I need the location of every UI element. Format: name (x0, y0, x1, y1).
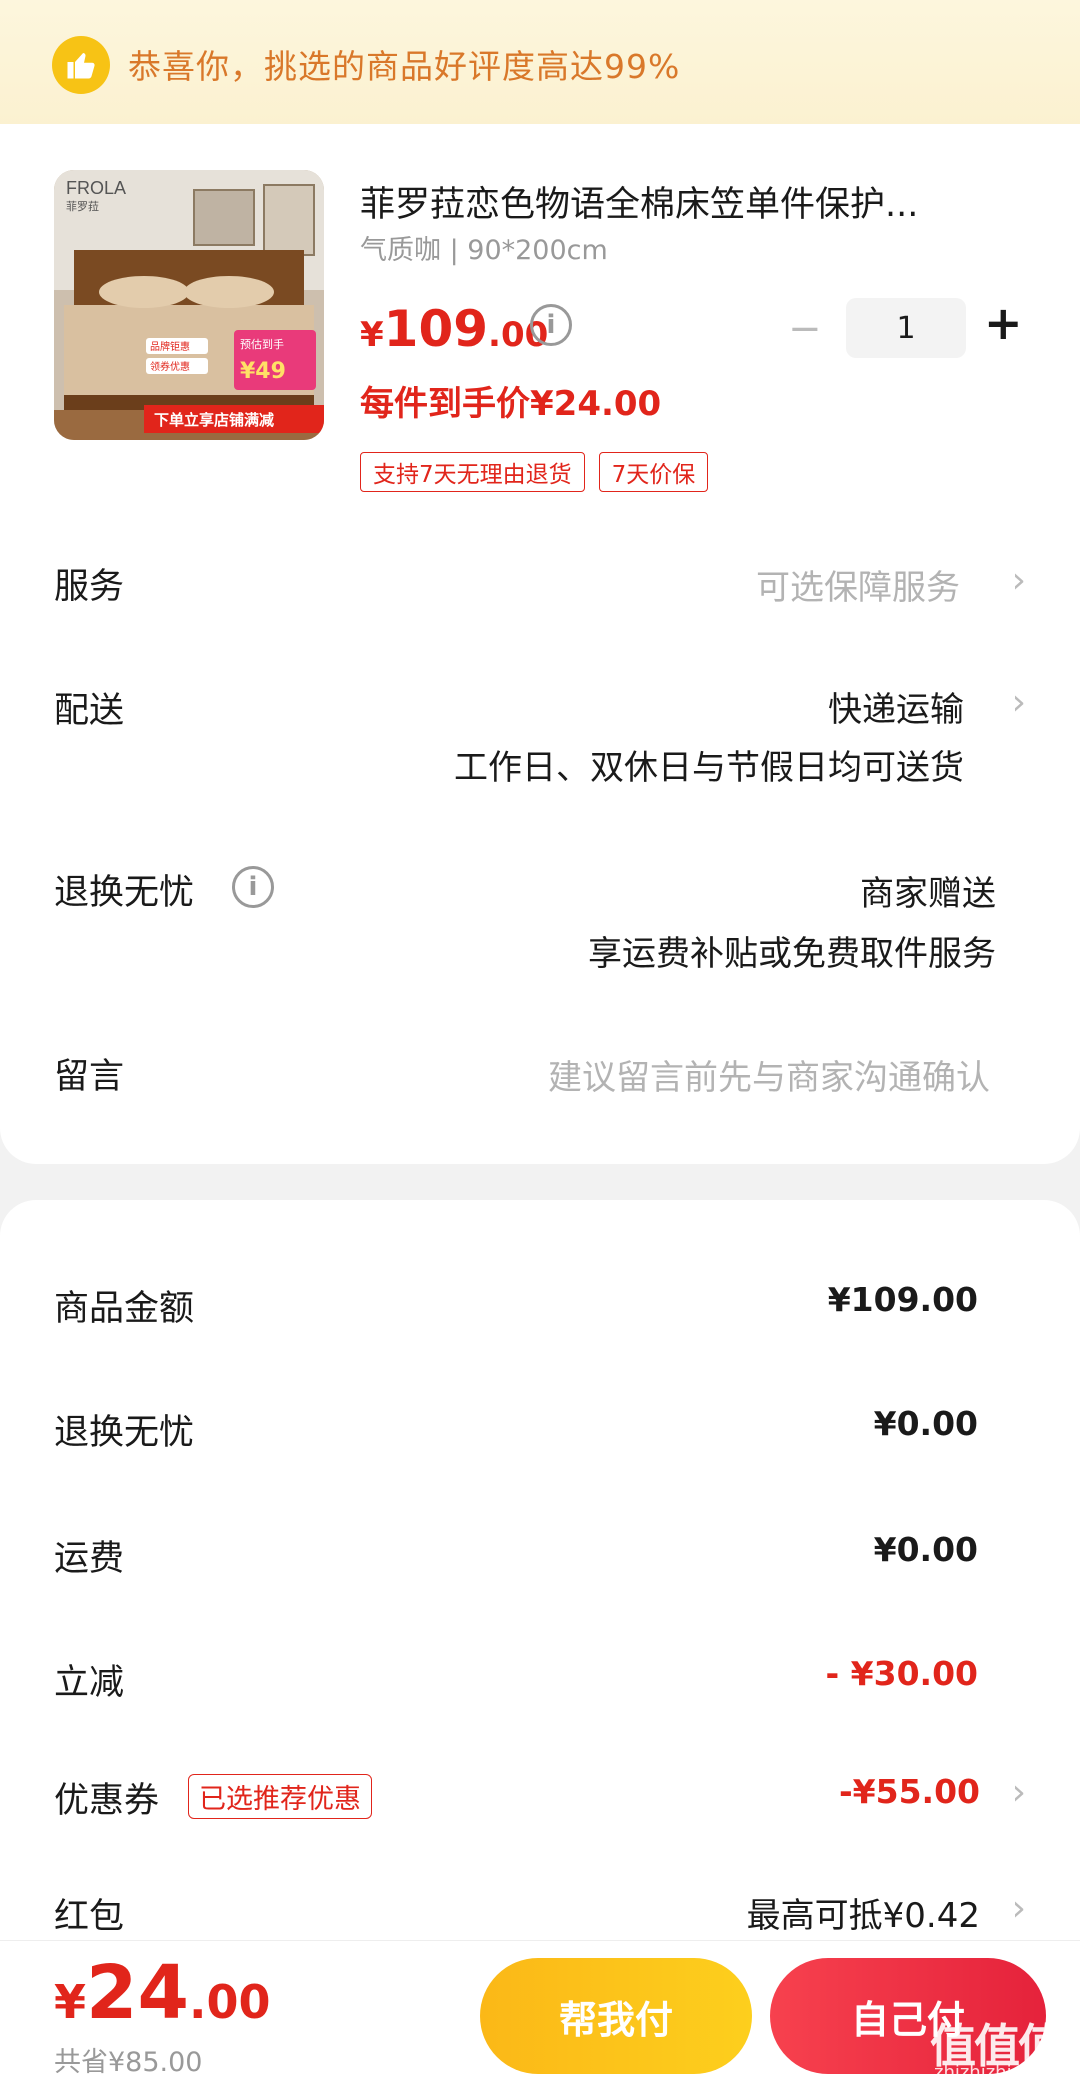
quantity-input[interactable]: 1 (846, 298, 966, 358)
thumbs-up-icon (52, 36, 110, 94)
shipping-label: 运费 (54, 1539, 125, 1579)
svg-text:预估到手: 预估到手 (240, 337, 284, 351)
help-pay-button[interactable]: 帮我付 (480, 1958, 752, 2074)
quantity-minus-button[interactable]: − (788, 306, 822, 352)
banner-text: 恭喜你，挑选的商品好评度高达99% (128, 47, 681, 86)
delivery-value[interactable]: 快递运输 (828, 682, 964, 731)
shipping-value: ¥0.00 (873, 1530, 978, 1569)
redpacket-label: 红包 (54, 1897, 125, 1937)
service-value[interactable]: 可选保障服务 (756, 560, 960, 609)
coupon-label: 优惠券 (54, 1781, 160, 1821)
watermark-url: zhizhizhi.com (934, 2062, 1056, 2083)
svg-text:领券优惠: 领券优惠 (150, 360, 190, 373)
coupon-tag: 已选推荐优惠 (188, 1774, 372, 1819)
redpacket-value[interactable]: 最高可抵¥0.42 (747, 1888, 980, 1937)
return-sub: 享运费补贴或免费取件服务 (588, 934, 996, 974)
quantity-plus-button[interactable]: + (984, 296, 1023, 350)
chevron-right-icon[interactable]: › (1012, 682, 1026, 723)
chevron-right-icon[interactable]: › (1012, 1772, 1026, 1813)
svg-text:¥49: ¥49 (240, 359, 286, 384)
praise-banner: 恭喜你，挑选的商品好评度高达99% (0, 0, 1080, 128)
tag-price-protect: 7天价保 (598, 452, 709, 492)
return-fee-label: 退换无忧 (54, 1413, 195, 1453)
return-label: 退换无忧 (54, 873, 195, 913)
brand-logo-text: FROLA (66, 178, 126, 198)
product-price: ¥109.00 (360, 300, 549, 358)
goods-amount-value: ¥109.00 (827, 1280, 978, 1319)
saved-amount: 共省¥85.00 (54, 2047, 203, 2078)
product-image[interactable]: FROLA 菲罗菈 品牌钜惠 领券优惠 预估到手 ¥49 下单立享店铺满减 (54, 170, 324, 440)
unit-price: 每件到手价¥24.00 (360, 384, 662, 424)
return-info-icon[interactable]: i (232, 866, 274, 908)
return-fee-value: ¥0.00 (873, 1404, 978, 1443)
message-label: 留言 (54, 1057, 125, 1097)
svg-text:菲罗菈: 菲罗菈 (66, 200, 99, 213)
coupon-value[interactable]: -¥55.00 (839, 1772, 980, 1811)
price-info-icon[interactable]: i (530, 304, 572, 346)
product-spec[interactable]: 气质咖 | 90*200cm (360, 228, 608, 267)
goods-amount-label: 商品金额 (54, 1289, 195, 1329)
svg-text:下单立享店铺满减: 下单立享店铺满减 (154, 411, 274, 429)
chevron-right-icon[interactable]: › (1012, 1888, 1026, 1929)
total-price: ¥24.00 (54, 1950, 271, 2036)
svg-text:品牌钜惠: 品牌钜惠 (150, 340, 190, 353)
delivery-sub: 工作日、双休日与节假日均可送货 (454, 748, 964, 788)
return-value: 商家赠送 (860, 874, 996, 914)
discount-label: 立减 (54, 1663, 125, 1703)
tag-return: 支持7天无理由退货 (360, 452, 585, 492)
delivery-label: 配送 (54, 691, 125, 731)
message-input[interactable]: 建议留言前先与商家沟通确认 (548, 1050, 990, 1099)
product-title[interactable]: 菲罗菈恋色物语全棉床笠单件保护... (360, 176, 1000, 227)
product-tags: 支持7天无理由退货 7天价保 (360, 452, 709, 492)
service-label: 服务 (54, 567, 125, 607)
chevron-right-icon[interactable]: › (1012, 560, 1026, 601)
discount-value: - ¥30.00 (825, 1654, 978, 1693)
